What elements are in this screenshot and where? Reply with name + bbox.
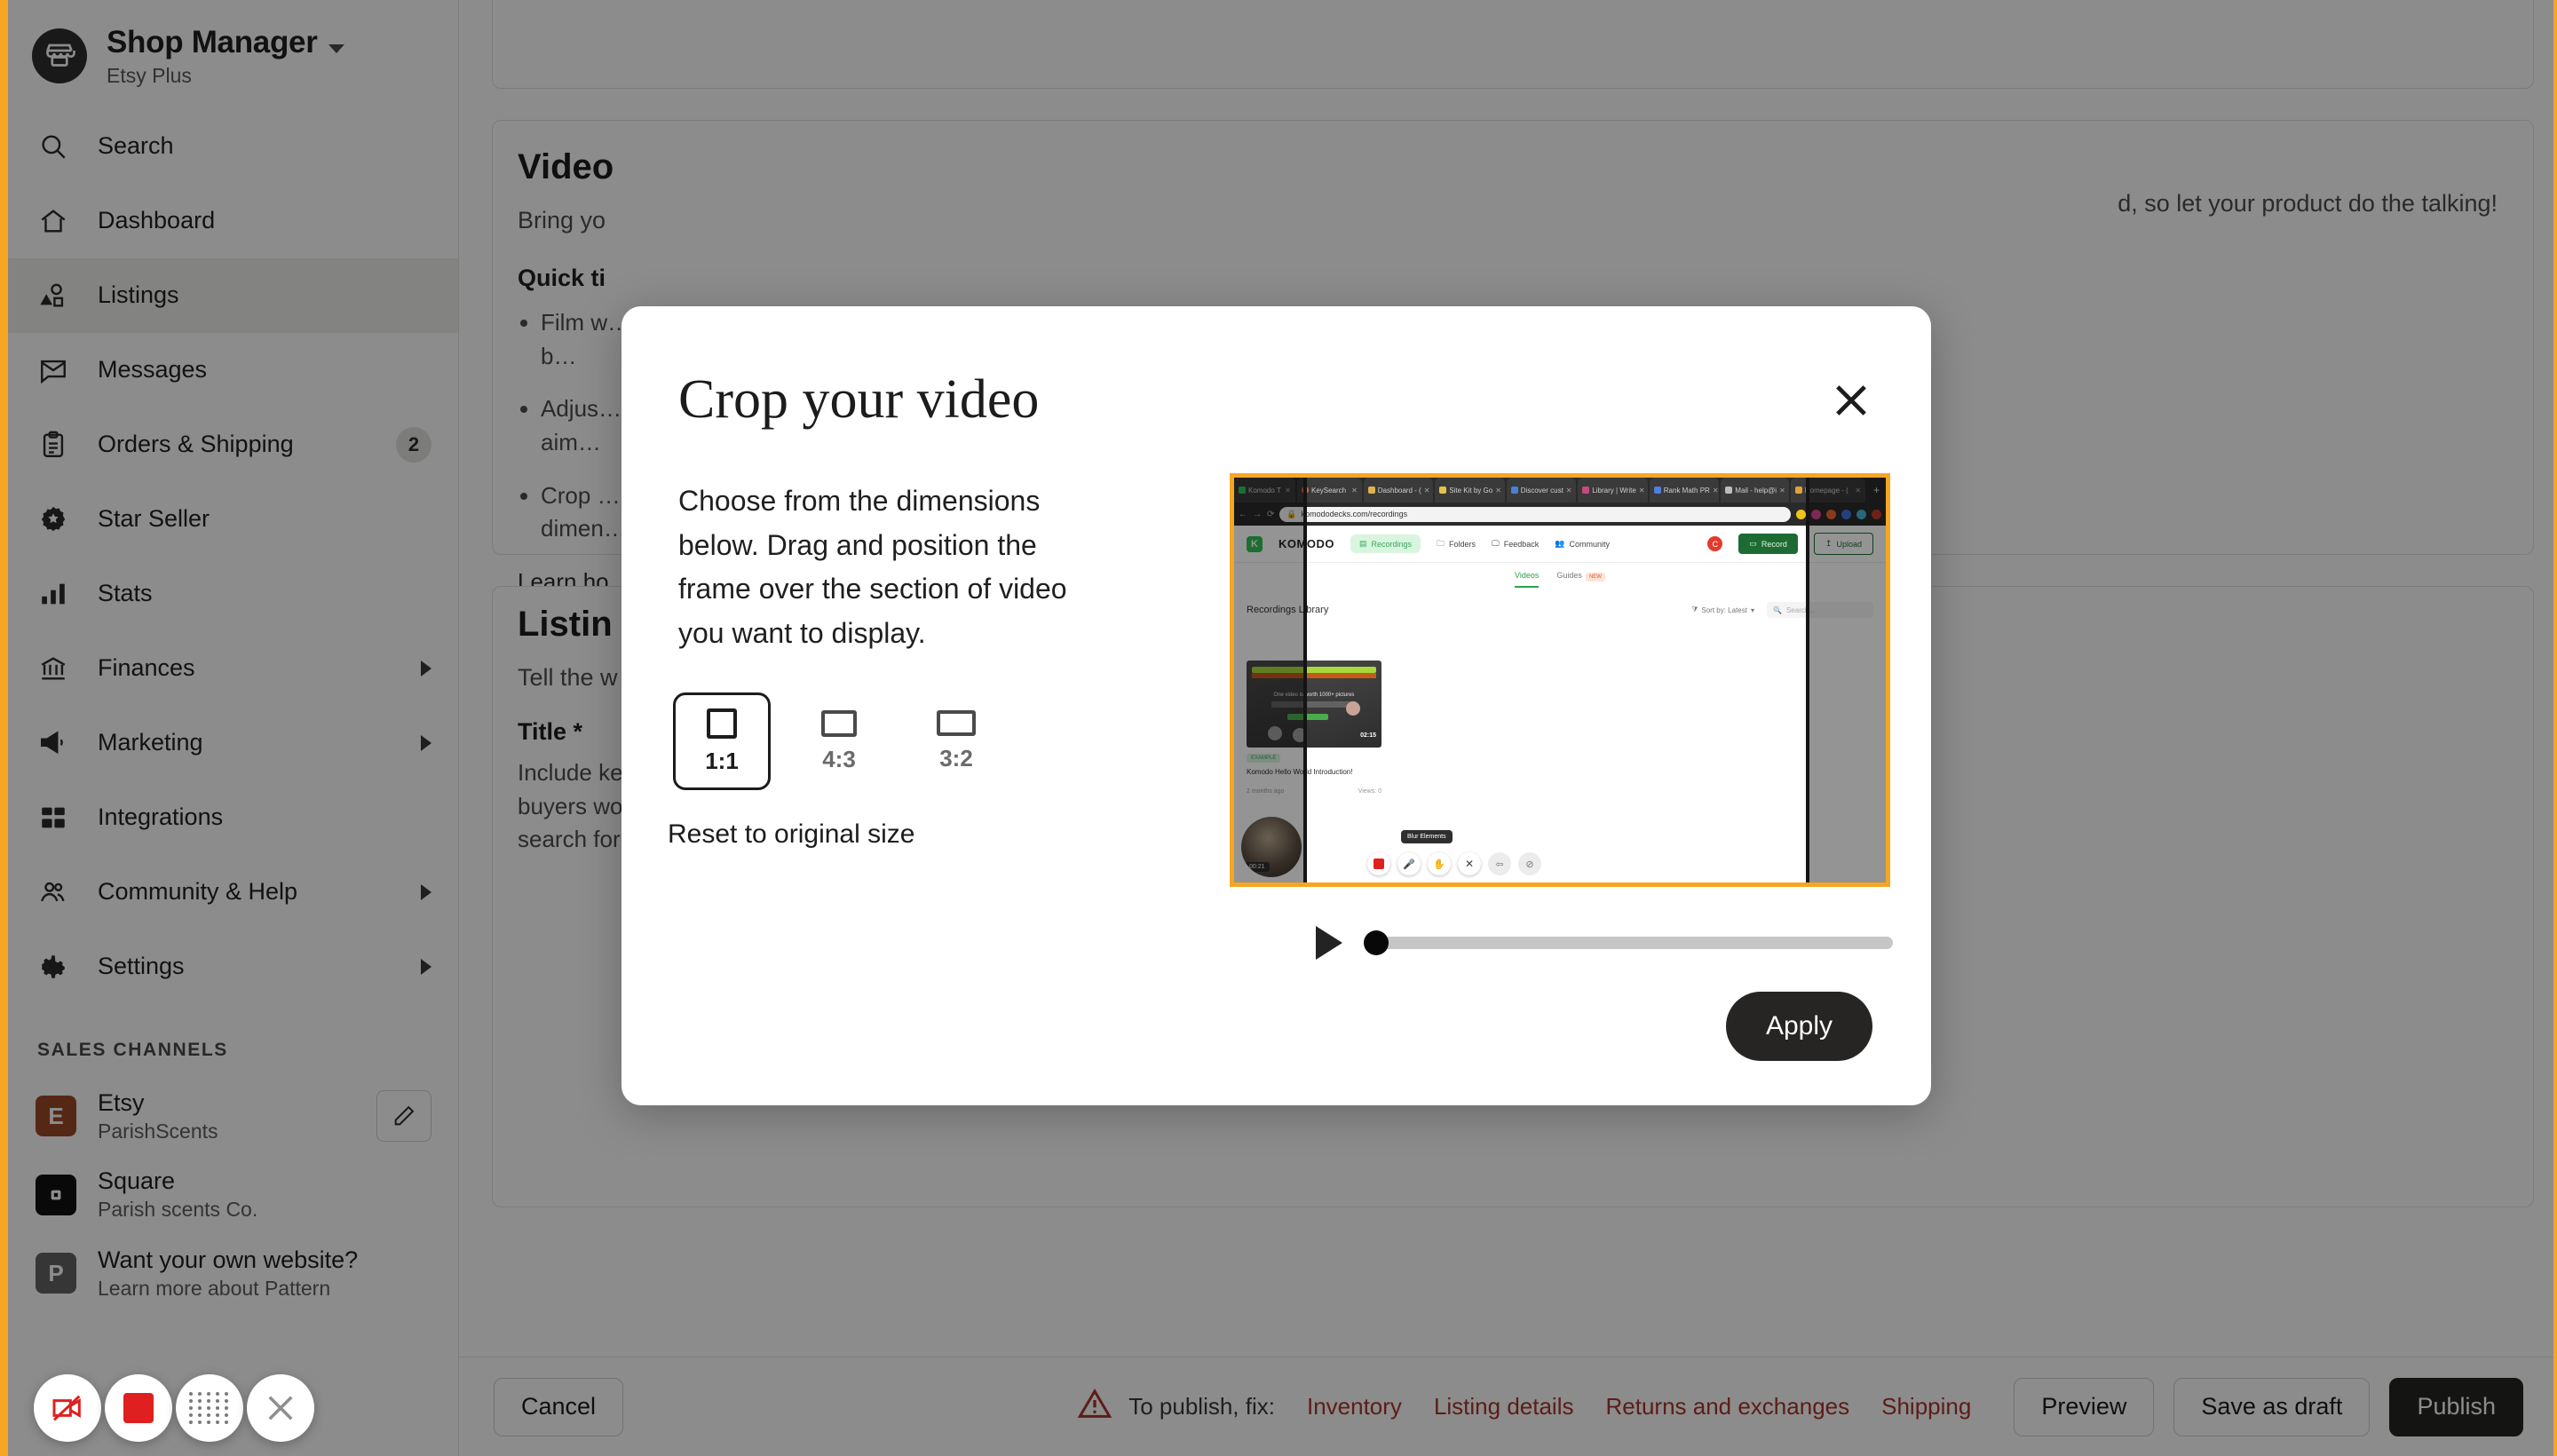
screen: Shop Manager Etsy Plus Search Dashboard (0, 0, 2557, 1456)
ratio-shape-icon (707, 708, 737, 739)
ratio-shape-icon (821, 709, 857, 737)
aspect-ratio-group: 1:1 4:3 3:2 (673, 692, 1005, 790)
dot-grid-icon (189, 1392, 230, 1424)
more-options-button[interactable] (176, 1374, 243, 1442)
aspect-ratio-1-1[interactable]: 1:1 (673, 692, 771, 790)
aspect-ratio-3-2[interactable]: 3:2 (907, 692, 1005, 790)
aspect-ratio-label: 3:2 (939, 745, 973, 772)
floating-recorder-toolbar (34, 1374, 314, 1442)
aspect-ratio-label: 4:3 (822, 745, 856, 772)
reset-to-original-size-link[interactable]: Reset to original size (668, 819, 914, 850)
close-recorder-button[interactable] (247, 1374, 314, 1442)
ratio-shape-icon (937, 710, 976, 736)
aspect-ratio-label: 1:1 (705, 747, 739, 774)
dialog-description: Choose from the dimensions below. Drag a… (678, 485, 1067, 649)
recording-border-right (2553, 0, 2557, 1456)
dialog-title: Crop your video (678, 369, 1040, 430)
apply-button[interactable]: Apply (1726, 992, 1872, 1061)
crop-video-dialog: Crop your video Choose from the dimensio… (621, 306, 1931, 1105)
recording-border-left (0, 0, 8, 1456)
toggle-camera-button[interactable] (34, 1374, 101, 1442)
stop-recording-button[interactable] (105, 1374, 172, 1442)
close-icon[interactable] (1823, 372, 1880, 429)
aspect-ratio-4-3[interactable]: 4:3 (790, 692, 888, 790)
